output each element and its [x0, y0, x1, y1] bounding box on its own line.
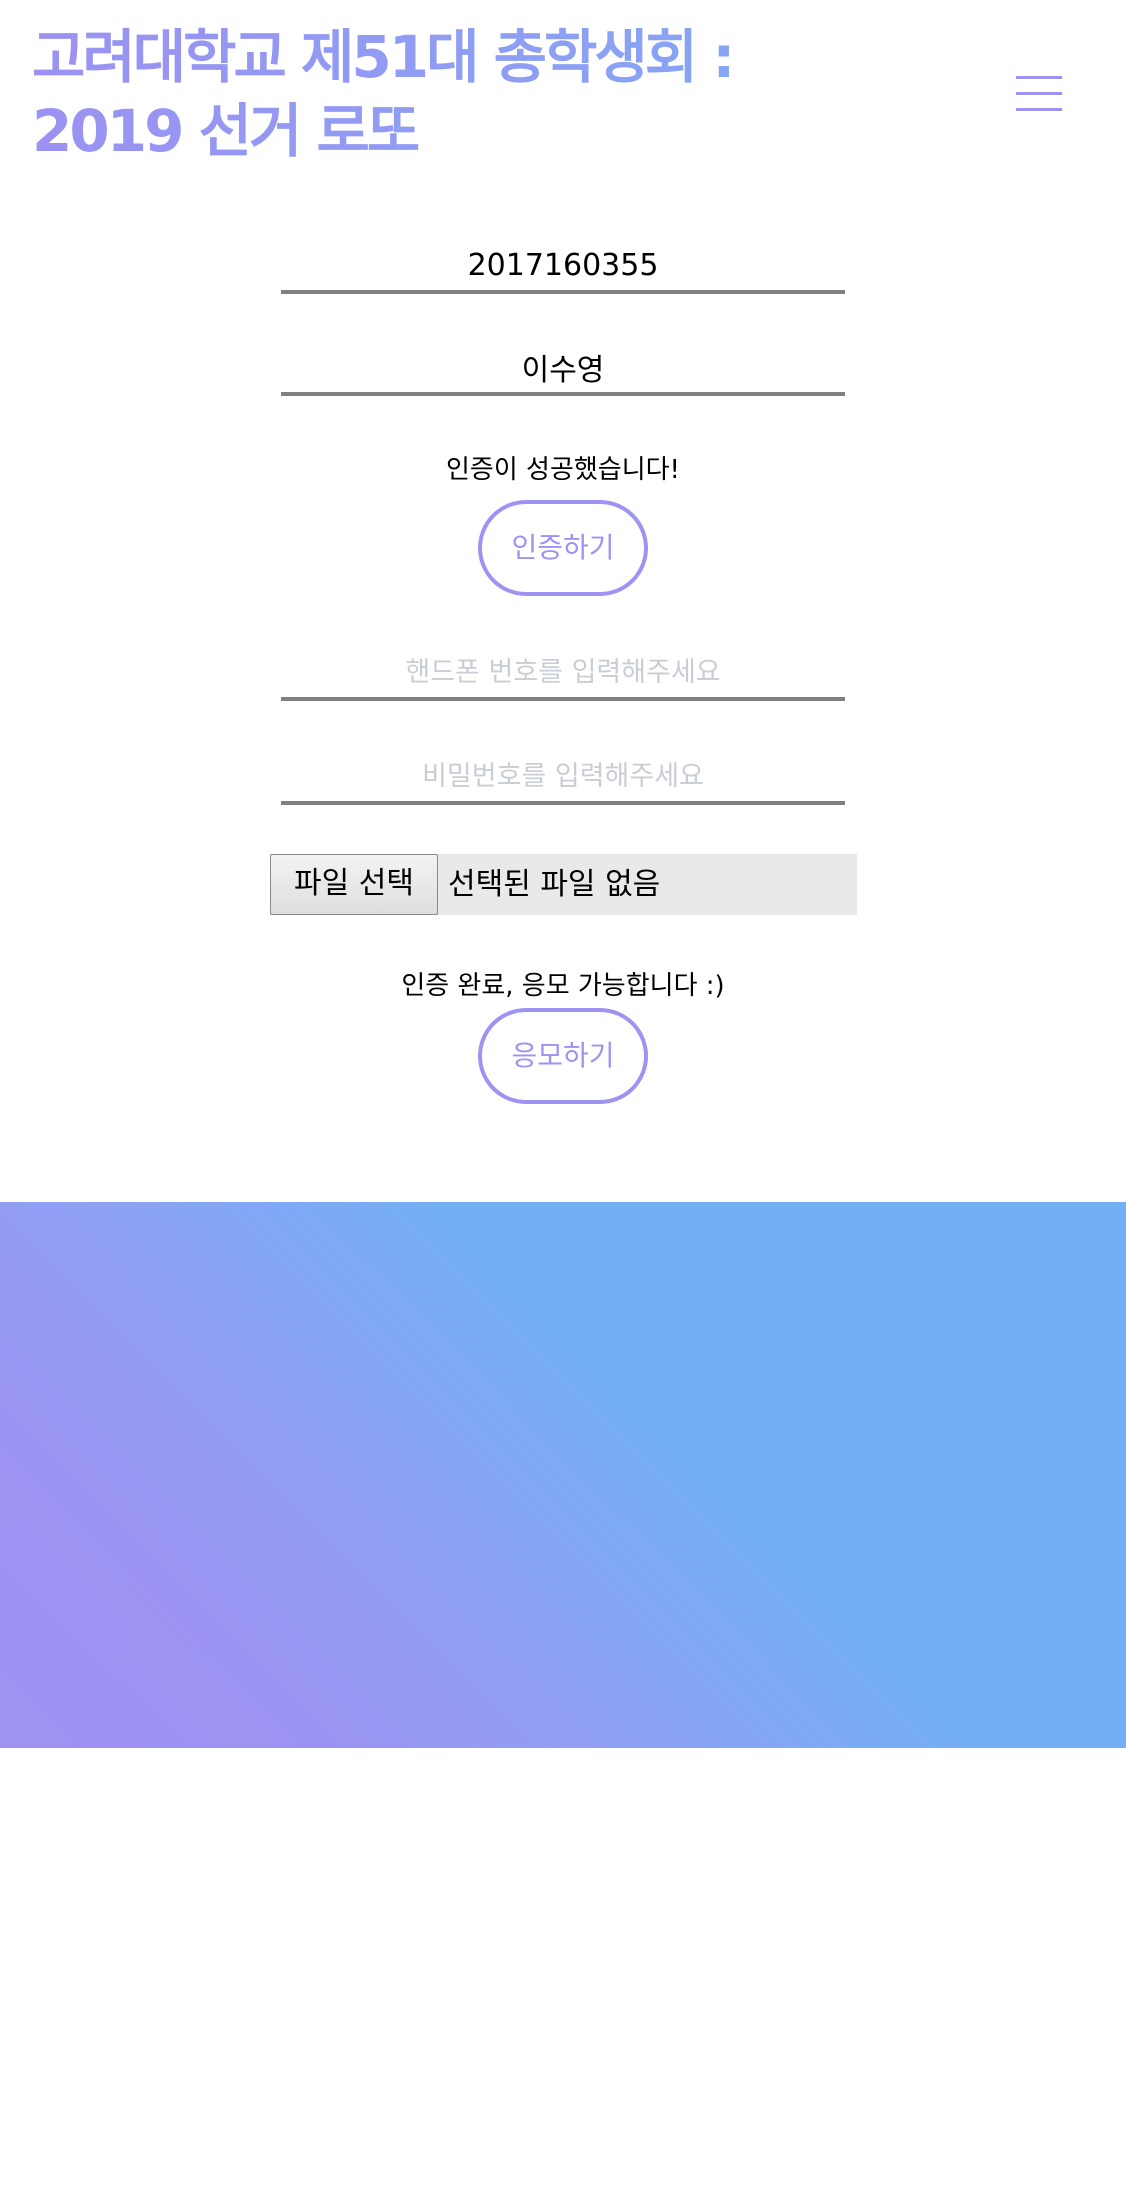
site-title: 고려대학교 제51대 총학생회 : 2019 선거 로또 — [32, 20, 792, 168]
hamburger-menu-icon[interactable] — [1012, 70, 1066, 114]
gradient-banner — [0, 1202, 1126, 1748]
auth-status-text: 인증이 성공했습니다! — [446, 455, 680, 485]
name-input[interactable] — [281, 342, 845, 396]
file-select-button[interactable]: 파일 선택 — [270, 854, 438, 915]
password-input[interactable] — [281, 751, 845, 805]
auth-button[interactable]: 인증하기 — [478, 500, 648, 596]
page: 고려대학교 제51대 총학생회 : 2019 선거 로또 인증이 성공했습니다!… — [0, 0, 1126, 2188]
file-status-text: 선택된 파일 없음 — [448, 867, 661, 902]
menu-bar-bottom — [1016, 108, 1062, 111]
site-title-line-1: 고려대학교 제51대 총학생회 : — [32, 23, 733, 91]
site-title-line-2: 2019 선거 로또 — [32, 97, 418, 165]
menu-bar-top — [1016, 76, 1062, 79]
student-id-input[interactable] — [281, 240, 845, 294]
menu-bar-middle — [1016, 92, 1062, 95]
apply-status-text: 인증 완료, 응모 가능합니다 :) — [401, 971, 725, 1001]
apply-button[interactable]: 응모하기 — [478, 1008, 648, 1104]
file-upload-field: 파일 선택 선택된 파일 없음 — [270, 854, 857, 915]
phone-input[interactable] — [281, 647, 845, 701]
